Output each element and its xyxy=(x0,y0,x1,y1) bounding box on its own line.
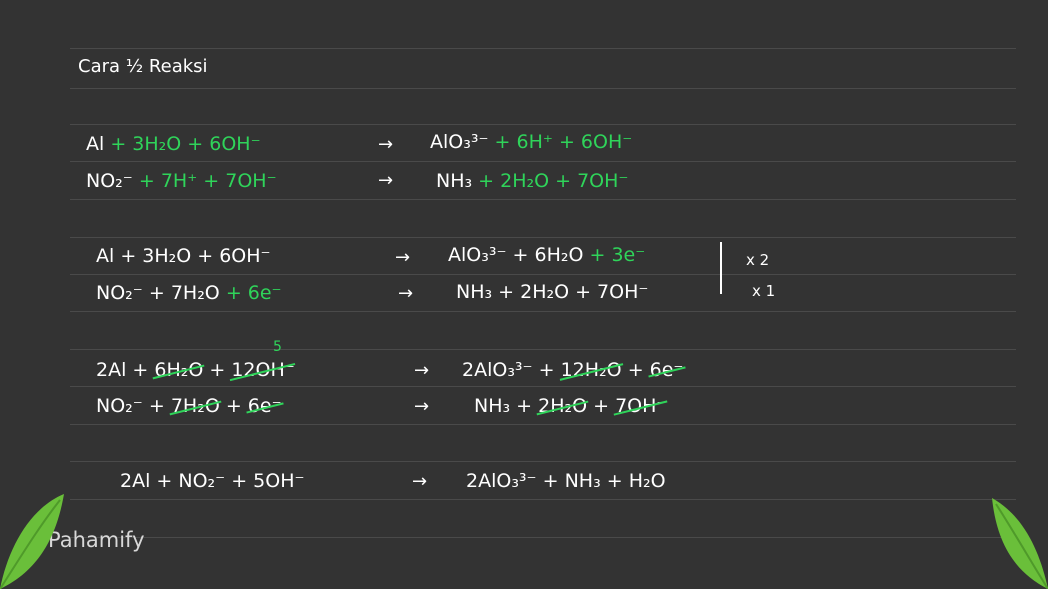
plus-sign: + xyxy=(225,395,242,417)
step3-row1-left: 2Al + 6H₂O + 12OH⁻ xyxy=(96,361,295,380)
leaf-right-icon xyxy=(992,498,1048,589)
step1-row2-right: NH₃ + 2H₂O + 7OH⁻ xyxy=(436,172,628,191)
final-equation-left: 2Al + NO₂⁻ + 5OH⁻ xyxy=(120,470,305,492)
ruled-line xyxy=(70,237,1016,238)
step1-row1-right: AlO₃³⁻ + 6H⁺ + 6OH⁻ xyxy=(430,133,632,152)
struck-term: 2H₂O xyxy=(538,395,588,417)
step1-r1-right-a: AlO₃³⁻ xyxy=(430,131,489,153)
step3-row2-left: NO₂⁻ + 7H₂O + 6e⁻ xyxy=(96,397,282,416)
step2-row2-multiplier: x 1 xyxy=(752,282,776,300)
struck-term: 12OH⁻ xyxy=(231,359,295,381)
ruled-line xyxy=(70,349,1016,350)
step2-r1-right-a: AlO₃³⁻ + 6H₂O xyxy=(448,244,584,266)
arrow-icon: → xyxy=(414,360,430,381)
step2-row2-left: NO₂⁻ + 7H₂O + 6e⁻ xyxy=(96,284,282,303)
step2-r2-left-b: + 6e⁻ xyxy=(225,282,282,304)
ruled-line xyxy=(70,274,1016,275)
struck-term: 7H₂O xyxy=(170,395,220,417)
ruled-line xyxy=(70,48,1016,49)
final-equation-right: 2AlO₃³⁻ + NH₃ + H₂O xyxy=(466,470,666,492)
plus-sign: + xyxy=(627,359,644,381)
step3-row1-right: 2AlO₃³⁻ + 12H₂O + 6e⁻ xyxy=(462,361,683,380)
arrow-icon: → xyxy=(395,247,411,268)
plus-sign: + xyxy=(593,395,610,417)
step3-r2-right-a: NH₃ + xyxy=(474,395,533,417)
step3-row2-right: NH₃ + 2H₂O + 7OH⁻ xyxy=(474,397,666,416)
struck-term: 6e⁻ xyxy=(649,359,684,381)
coefficient-annotation: 5 xyxy=(273,339,282,355)
ruled-line xyxy=(70,124,1016,125)
whiteboard: Cara ½ Reaksi Al + 3H₂O + 6OH⁻ → AlO₃³⁻ … xyxy=(0,0,1048,589)
leaf-left-icon xyxy=(0,494,64,589)
ruled-line xyxy=(70,386,1016,387)
step1-row1-left: Al + 3H₂O + 6OH⁻ xyxy=(86,135,261,154)
step1-r2-left-b: + 7H⁺ + 7OH⁻ xyxy=(138,170,277,192)
step1-r1-left-a: Al xyxy=(86,133,105,155)
ruled-line xyxy=(70,199,1016,200)
ruled-line xyxy=(70,499,1016,500)
arrow-icon: → xyxy=(412,471,428,492)
ruled-line xyxy=(70,461,1016,462)
step2-r2-left-a: NO₂⁻ + 7H₂O xyxy=(96,282,220,304)
step1-r2-left-a: NO₂⁻ xyxy=(86,170,133,192)
arrow-icon: → xyxy=(398,283,414,304)
step2-row2-right: NH₃ + 2H₂O + 7OH⁻ xyxy=(456,281,649,303)
step1-r1-left-b: + 3H₂O + 6OH⁻ xyxy=(110,133,261,155)
divider-bar xyxy=(720,242,722,294)
step2-row1-multiplier: x 2 xyxy=(746,251,770,269)
step3-r1-left-a: 2Al + xyxy=(96,359,149,381)
arrow-icon: → xyxy=(378,134,394,155)
step1-r2-right-b: + 2H₂O + 7OH⁻ xyxy=(478,170,629,192)
step1-r2-right-a: NH₃ xyxy=(436,170,473,192)
ruled-line xyxy=(70,161,1016,162)
ruled-line xyxy=(70,537,1016,538)
step3-r1-right-a: 2AlO₃³⁻ + xyxy=(462,359,555,381)
step1-r1-right-b: + 6H⁺ + 6OH⁻ xyxy=(494,131,633,153)
step2-row1-right: AlO₃³⁻ + 6H₂O + 3e⁻ xyxy=(448,246,645,265)
arrow-icon: → xyxy=(378,170,394,191)
struck-term: 12H₂O xyxy=(560,359,622,381)
step1-row2-left: NO₂⁻ + 7H⁺ + 7OH⁻ xyxy=(86,172,277,191)
arrow-icon: → xyxy=(414,396,430,417)
struck-term: 7OH⁻ xyxy=(615,395,667,417)
page-title: Cara ½ Reaksi xyxy=(78,56,208,77)
struck-term: 6H₂O xyxy=(154,359,204,381)
ruled-line xyxy=(70,424,1016,425)
ruled-line xyxy=(70,311,1016,312)
ruled-line xyxy=(70,88,1016,89)
step2-r1-right-b: + 3e⁻ xyxy=(589,244,646,266)
plus-sign: + xyxy=(209,359,226,381)
step3-r2-left-a: NO₂⁻ + xyxy=(96,395,165,417)
step2-row1-left: Al + 3H₂O + 6OH⁻ xyxy=(96,245,271,267)
struck-term: 6e⁻ xyxy=(247,395,282,417)
